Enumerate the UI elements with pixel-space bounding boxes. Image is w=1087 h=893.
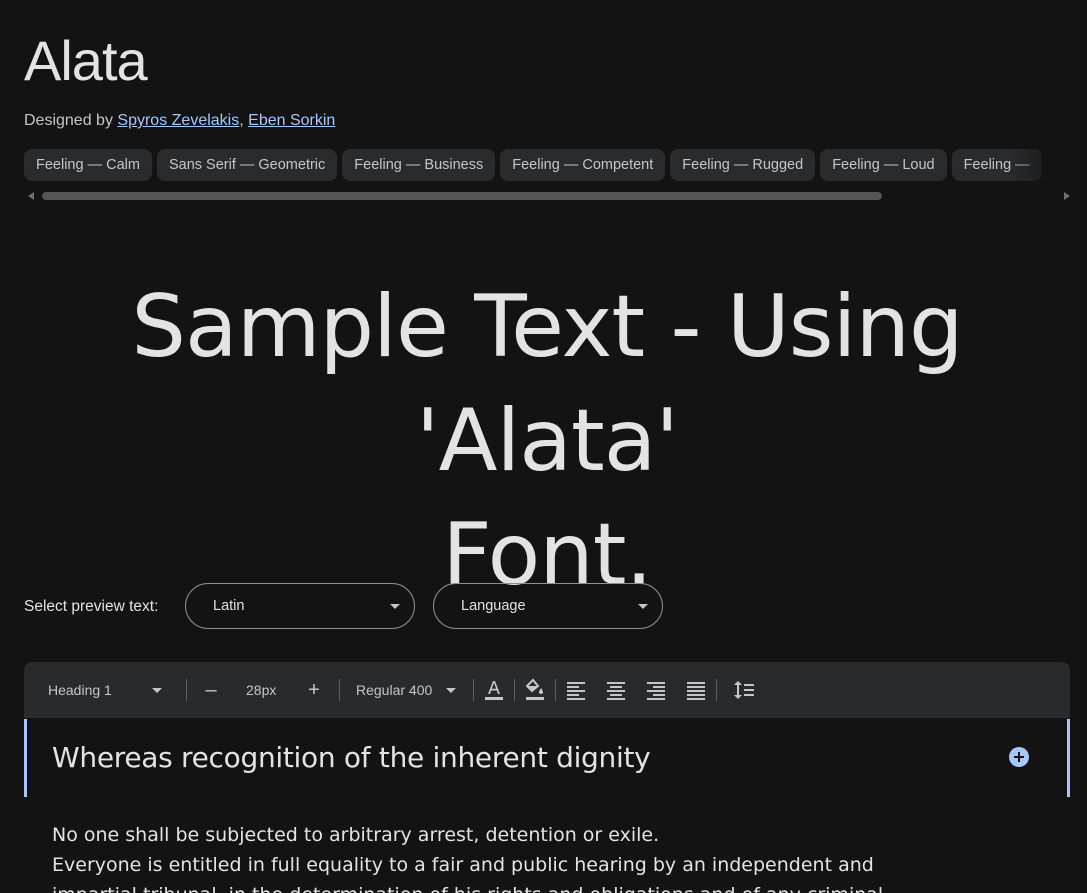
designers-line: Designed by Spyros Zevelakis, Eben Sorki… [24, 110, 335, 132]
scrollbar-thumb[interactable] [42, 192, 882, 200]
tag-chip-row: Feeling — Calm Sans Serif — Geometric Feel… [24, 149, 1070, 181]
designer-link-1[interactable]: Spyros Zevelakis [117, 112, 239, 129]
scroll-left-arrow-icon[interactable] [28, 192, 34, 200]
tag-chip[interactable]: Feeling — Business [342, 149, 496, 181]
dropdown-caret-icon [638, 604, 648, 609]
tag-chip[interactable]: Feeling — Competent [500, 149, 666, 181]
add-block-plus-icon[interactable] [1009, 747, 1029, 767]
tag-chip[interactable]: Feeling — Rugged [670, 149, 816, 181]
preview-text-label: Select preview text: [24, 598, 159, 615]
body-text-line: Everyone is entitled in full equality to… [52, 854, 874, 876]
highlight-color-icon[interactable] [523, 678, 547, 702]
script-select-value: Latin [213, 598, 245, 614]
script-select[interactable]: Latin [185, 583, 415, 629]
tag-chip[interactable]: Sans Serif — Geometric [156, 149, 338, 181]
sample-text-preview: Sample Text - Using 'Alata' Font. [24, 270, 1070, 612]
text-style-value: Heading 1 [48, 682, 112, 698]
decrease-size-button[interactable]: – [203, 662, 219, 718]
type-tester-editor: Heading 1 – 28px + Regular 400 Whereas r… [24, 662, 1070, 893]
language-select[interactable]: Language [433, 583, 663, 629]
toolbar-divider [514, 679, 515, 701]
editable-body-text[interactable]: No one shall be subjected to arbitrary a… [52, 820, 952, 893]
toolbar-divider [186, 679, 187, 701]
font-name-title: Alata [24, 29, 148, 92]
designed-by-label: Designed by [24, 112, 113, 129]
dropdown-caret-icon [390, 604, 400, 609]
sample-text-line-1: Sample Text - Using 'Alata' [131, 277, 963, 491]
editor-toolbar: Heading 1 – 28px + Regular 400 [24, 662, 1070, 718]
text-style-select[interactable]: Heading 1 [48, 662, 168, 718]
text-color-icon[interactable] [482, 678, 506, 702]
toolbar-divider [339, 679, 340, 701]
chip-fade-overlay [1010, 149, 1070, 181]
tag-chip[interactable]: Feeling — Loud [820, 149, 947, 181]
body-text-line: impartial tribunal, in the determination… [52, 880, 952, 893]
toolbar-divider [716, 679, 717, 701]
designer-separator: , [239, 112, 244, 129]
font-weight-select[interactable]: Regular 400 [356, 662, 461, 718]
editable-heading-text[interactable]: Whereas recognition of the inherent dign… [52, 741, 651, 775]
body-text-line: No one shall be subjected to arbitrary a… [52, 824, 660, 846]
scroll-right-arrow-icon[interactable] [1064, 192, 1070, 200]
align-right-icon[interactable] [644, 678, 668, 702]
dropdown-caret-icon [446, 688, 456, 693]
line-height-icon[interactable] [732, 678, 756, 702]
editable-heading-block[interactable]: Whereas recognition of the inherent dign… [24, 719, 1070, 797]
tag-scrollbar[interactable] [24, 189, 1070, 203]
dropdown-caret-icon [152, 688, 162, 693]
align-left-icon[interactable] [564, 678, 588, 702]
language-select-value: Language [461, 598, 526, 614]
designer-link-2[interactable]: Eben Sorkin [248, 112, 335, 129]
increase-size-button[interactable]: + [306, 662, 322, 718]
toolbar-divider [473, 679, 474, 701]
font-size-value[interactable]: 28px [246, 662, 276, 718]
font-specimen-page: Alata Designed by Spyros Zevelakis, Eben… [0, 0, 1087, 893]
toolbar-divider [555, 679, 556, 701]
tag-chip[interactable]: Feeling — Calm [24, 149, 152, 181]
align-justify-icon[interactable] [684, 678, 708, 702]
align-center-icon[interactable] [604, 678, 628, 702]
font-weight-value: Regular 400 [356, 682, 433, 698]
